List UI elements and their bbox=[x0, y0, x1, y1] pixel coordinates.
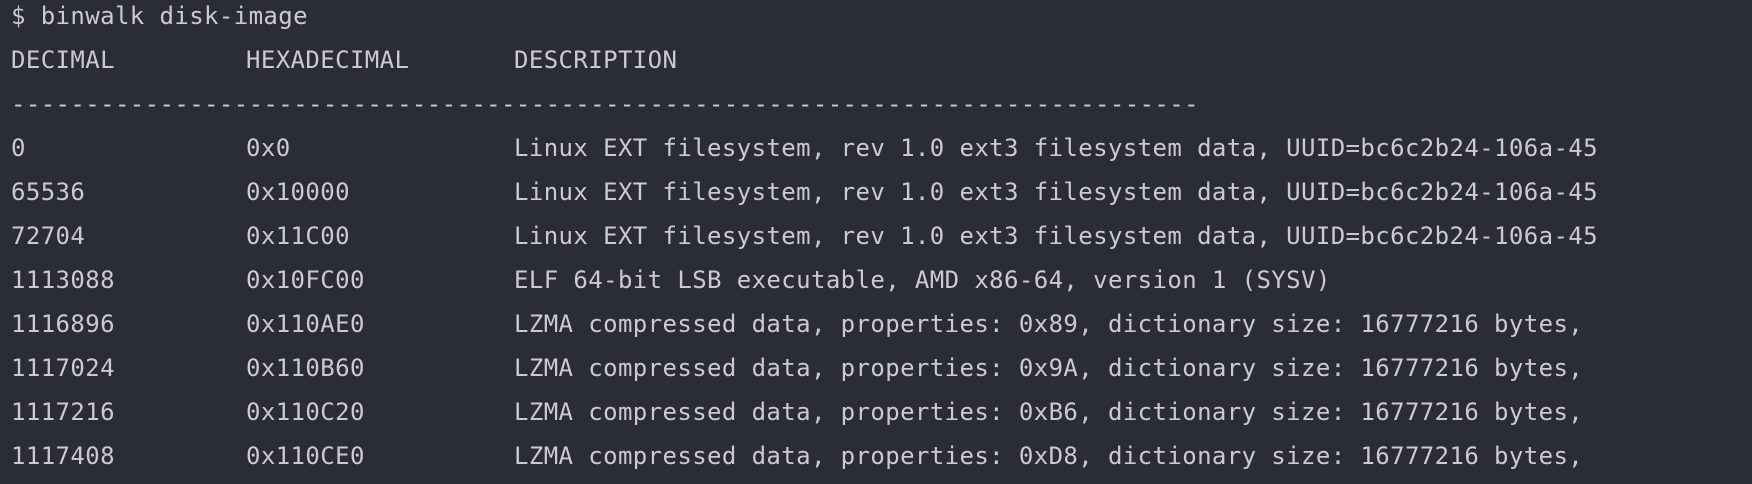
row-description: LZMA compressed data, properties: 0xD8, … bbox=[514, 442, 1598, 470]
row-description: LZMA compressed data, properties: 0xB6, … bbox=[514, 398, 1598, 426]
row-decimal: 1113088 bbox=[11, 266, 115, 294]
row-description: ELF 64-bit LSB executable, AMD x86-64, v… bbox=[514, 266, 1331, 294]
row-decimal: 1116896 bbox=[11, 310, 115, 338]
row-decimal: 1117024 bbox=[11, 354, 115, 382]
row-decimal: 0 bbox=[11, 134, 26, 162]
row-hex: 0x10000 bbox=[246, 178, 350, 206]
table-row: 0 0x0 Linux EXT filesystem, rev 1.0 ext3… bbox=[11, 126, 1751, 170]
command-line: $ binwalk disk-image bbox=[11, 2, 308, 30]
separator-line: ----------------------------------------… bbox=[11, 90, 1199, 118]
terminal-window[interactable]: $ binwalk disk-image DECIMAL HEXADECIMAL… bbox=[0, 0, 1752, 484]
row-hex: 0x0 bbox=[246, 134, 291, 162]
table-row: 1117024 0x110B60 LZMA compressed data, p… bbox=[11, 346, 1751, 390]
table-row: 1117408 0x110CE0 LZMA compressed data, p… bbox=[11, 434, 1751, 478]
row-description: LZMA compressed data, properties: 0x89, … bbox=[514, 310, 1598, 338]
row-hex: 0x110AE0 bbox=[246, 310, 365, 338]
row-hex: 0x110CE0 bbox=[246, 442, 365, 470]
header-description: DESCRIPTION bbox=[514, 46, 678, 74]
header-hexadecimal: HEXADECIMAL bbox=[246, 46, 410, 74]
table-row: 1113088 0x10FC00 ELF 64-bit LSB executab… bbox=[11, 258, 1751, 302]
row-description: LZMA compressed data, properties: 0x9A, … bbox=[514, 354, 1598, 382]
row-description: Linux EXT filesystem, rev 1.0 ext3 files… bbox=[514, 178, 1598, 206]
row-decimal: 65536 bbox=[11, 178, 86, 206]
row-description: Linux EXT filesystem, rev 1.0 ext3 files… bbox=[514, 134, 1598, 162]
header-decimal: DECIMAL bbox=[11, 46, 115, 74]
table-row: 1116896 0x110AE0 LZMA compressed data, p… bbox=[11, 302, 1751, 346]
row-decimal: 72704 bbox=[11, 222, 86, 250]
table-row: 72704 0x11C00 Linux EXT filesystem, rev … bbox=[11, 214, 1751, 258]
table-row: 65536 0x10000 Linux EXT filesystem, rev … bbox=[11, 170, 1751, 214]
row-hex: 0x10FC00 bbox=[246, 266, 365, 294]
row-description: Linux EXT filesystem, rev 1.0 ext3 files… bbox=[514, 222, 1598, 250]
row-hex: 0x110C20 bbox=[246, 398, 365, 426]
row-hex: 0x11C00 bbox=[246, 222, 350, 250]
row-decimal: 1117408 bbox=[11, 442, 115, 470]
table-row: 1117216 0x110C20 LZMA compressed data, p… bbox=[11, 390, 1751, 434]
table-header: DECIMAL HEXADECIMAL DESCRIPTION bbox=[11, 38, 1751, 82]
row-hex: 0x110B60 bbox=[246, 354, 365, 382]
row-decimal: 1117216 bbox=[11, 398, 115, 426]
